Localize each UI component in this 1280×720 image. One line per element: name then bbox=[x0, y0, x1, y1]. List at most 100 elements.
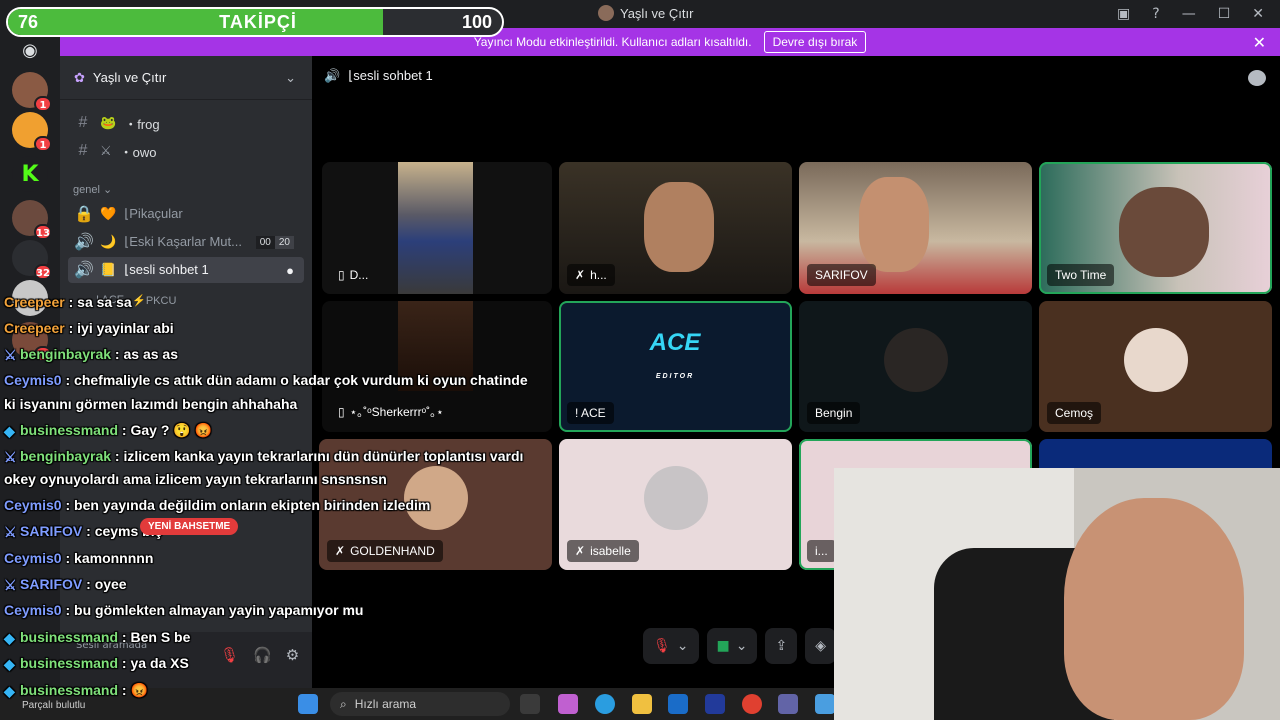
server-icon[interactable]: 13 bbox=[12, 200, 52, 240]
teams-icon[interactable] bbox=[778, 694, 798, 714]
streamer-webcam bbox=[834, 468, 1280, 720]
participant-avatar bbox=[1123, 327, 1188, 392]
participant-video bbox=[1119, 187, 1209, 277]
chat-message: ⚔ SARIFOV : ceyms biç bbox=[4, 519, 564, 543]
discord-home-icon[interactable]: ◉ bbox=[12, 32, 48, 68]
participant-name: Two Time bbox=[1047, 264, 1115, 286]
window-title-text: Yaşlı ve Çıtır bbox=[620, 5, 694, 21]
screen-share-button[interactable]: ⇪ bbox=[765, 628, 798, 664]
participant-tile[interactable]: ✗ h... bbox=[559, 162, 792, 294]
file-explorer-icon[interactable] bbox=[632, 694, 652, 714]
participant-video bbox=[644, 182, 714, 272]
mic-muted-icon: 🎙 bbox=[653, 638, 671, 654]
chat-text: chefmaliyle cs attık dün adamı o kadar ç… bbox=[74, 372, 528, 388]
chat-text: sa sa sa bbox=[77, 294, 132, 310]
chat-user: Ceymis0 bbox=[4, 372, 62, 388]
speaker-icon: 🔊 bbox=[74, 262, 94, 279]
maximize-button[interactable]: ☐ bbox=[1218, 6, 1231, 22]
inbox-icon[interactable]: ▣ bbox=[1117, 6, 1130, 22]
follower-goal-target: 100 bbox=[461, 12, 492, 32]
participant-tile[interactable]: Bengin bbox=[799, 301, 1032, 432]
participant-name: ✗ h... bbox=[567, 264, 615, 286]
chat-user: Ceymis0 bbox=[4, 602, 62, 618]
chat-message: Ceymis0 : bu gömlekten almayan yayin yap… bbox=[4, 602, 364, 618]
hashtag-icon: # bbox=[78, 114, 88, 131]
ace-logo-text: ACE bbox=[649, 329, 701, 356]
participant-label: isabelle bbox=[590, 544, 631, 558]
chat-bubble-icon[interactable] bbox=[1248, 70, 1266, 86]
voice-channel-eski-kasarlar[interactable]: 🔊 🌙 ⌊Eski Kaşarlar Mut... 00 20 bbox=[68, 229, 304, 255]
server-icon[interactable]: 1 bbox=[12, 72, 52, 112]
close-button[interactable]: ✕ bbox=[1252, 6, 1264, 22]
server-icon[interactable]: 1 bbox=[12, 112, 52, 152]
participant-tile[interactable]: Two Time bbox=[1039, 162, 1272, 294]
participant-tile[interactable]: SARIFOV bbox=[799, 162, 1032, 294]
chat-user: Creepeer bbox=[4, 320, 65, 336]
participant-label: ! ACE bbox=[575, 406, 606, 420]
user-limit-counter: 00 20 bbox=[255, 235, 294, 249]
participant-tile[interactable]: ACE EDITOR ! ACE bbox=[559, 301, 792, 432]
category-genel[interactable]: genel ⌄ bbox=[73, 183, 112, 196]
sword-badge-icon: ⚔ bbox=[4, 577, 17, 593]
chat-message: ◆ businessmand : Ben S be bbox=[4, 625, 564, 649]
server-header[interactable]: ✿ Yaşlı ve Çıtır ⌄ bbox=[60, 56, 312, 100]
channel-name: ・owo bbox=[119, 144, 157, 160]
participant-name: ▯ D... bbox=[330, 264, 376, 286]
app-icon[interactable] bbox=[815, 694, 835, 714]
participant-name: SARIFOV bbox=[807, 264, 876, 286]
new-mention-badge[interactable]: YENİ BAHSETME bbox=[140, 518, 239, 535]
chat-user: SARIFOV bbox=[20, 576, 83, 592]
chat-text: Gay ? 😲 😡 bbox=[130, 422, 213, 438]
edge-icon[interactable] bbox=[595, 694, 615, 714]
participant-name: Cemoş bbox=[1047, 402, 1102, 424]
server-avatar-icon bbox=[598, 5, 614, 21]
minimize-button[interactable]: — bbox=[1182, 6, 1196, 22]
weather-status: Parçalı bulutlu bbox=[22, 700, 86, 711]
sword-badge-icon: ⚔ bbox=[4, 524, 17, 540]
disable-streamer-mode-button[interactable]: Devre dışı bırak bbox=[763, 31, 867, 53]
participant-label: SARIFOV bbox=[815, 268, 868, 282]
channel-emoji: 🧡 bbox=[100, 206, 117, 221]
sword-badge-icon: ⚔ bbox=[4, 347, 17, 363]
app-l-icon[interactable] bbox=[705, 694, 725, 714]
chat-message: okey oynuyolardı ama izlicem yayın tekra… bbox=[4, 467, 564, 491]
voice-channel-pikacular[interactable]: 🔒 🧡 ⌊Pikaçular bbox=[68, 201, 304, 227]
chat-user: businessmand bbox=[20, 629, 119, 645]
participant-tile[interactable]: Cemoş bbox=[1039, 301, 1272, 432]
participant-label: h... bbox=[590, 268, 607, 282]
participant-label: i... bbox=[815, 544, 828, 558]
voice-channel-title: ⌊sesli sohbet 1 bbox=[348, 68, 433, 83]
close-icon[interactable]: ✕ bbox=[1253, 33, 1266, 53]
ace-logo-subtitle: EDITOR bbox=[655, 373, 695, 380]
participant-tile[interactable]: ▯ D... bbox=[322, 162, 552, 294]
lock-icon: 🔒 bbox=[74, 206, 94, 223]
mic-muted-icon: ✗ bbox=[575, 268, 586, 282]
help-icon[interactable]: ? bbox=[1152, 6, 1159, 22]
chat-user: Ceymis0 bbox=[4, 550, 62, 566]
channel-owo[interactable]: # ⚔ ・owo bbox=[68, 138, 304, 164]
activity-button[interactable]: ◈ bbox=[805, 628, 836, 664]
mic-toggle[interactable]: 🎙 ⌄ bbox=[643, 628, 699, 664]
notice-text: Yayıncı Modu etkinleştirildi. Kullanıcı … bbox=[473, 35, 752, 49]
participant-tile[interactable]: ✗ isabelle bbox=[559, 439, 792, 570]
voice-channel-sesli-sohbet-1[interactable]: 🔊 📒 ⌊sesli sohbet 1 ● bbox=[68, 257, 304, 283]
chat-text: ki isyanını görmen lazımdı bengin ahhaha… bbox=[4, 396, 298, 412]
kick-server-icon[interactable]: K bbox=[12, 156, 48, 192]
outlook-icon[interactable] bbox=[668, 694, 688, 714]
camera-toggle[interactable]: ■ ⌄ bbox=[706, 628, 758, 664]
chat-bubble-icon[interactable]: ● bbox=[286, 263, 294, 278]
channel-name: ⌊Pikaçular bbox=[124, 206, 183, 221]
chat-user: benginbayrak bbox=[20, 448, 112, 464]
mic-muted-icon: ✗ bbox=[575, 544, 586, 558]
window-title: Yaşlı ve Çıtır bbox=[598, 5, 693, 21]
chat-text: ben yayında değildim onların ekipten bir… bbox=[74, 497, 431, 513]
channel-frog[interactable]: # 🐸 ・frog bbox=[68, 110, 304, 136]
chat-text: izlicem kanka yayın tekrarlarını dün dün… bbox=[123, 448, 524, 464]
chrome-icon[interactable] bbox=[742, 694, 762, 714]
chat-message: Ceymis0 : chefmaliyle cs attık dün adamı… bbox=[4, 372, 528, 388]
chat-message: Ceymis0 : kamonnnnn bbox=[4, 550, 154, 566]
speaker-icon: 🔊 bbox=[74, 234, 94, 251]
chevron-down-icon: ⌄ bbox=[285, 69, 296, 85]
participant-label: Cemoş bbox=[1055, 406, 1094, 420]
server-icon[interactable]: 32 bbox=[12, 240, 52, 280]
